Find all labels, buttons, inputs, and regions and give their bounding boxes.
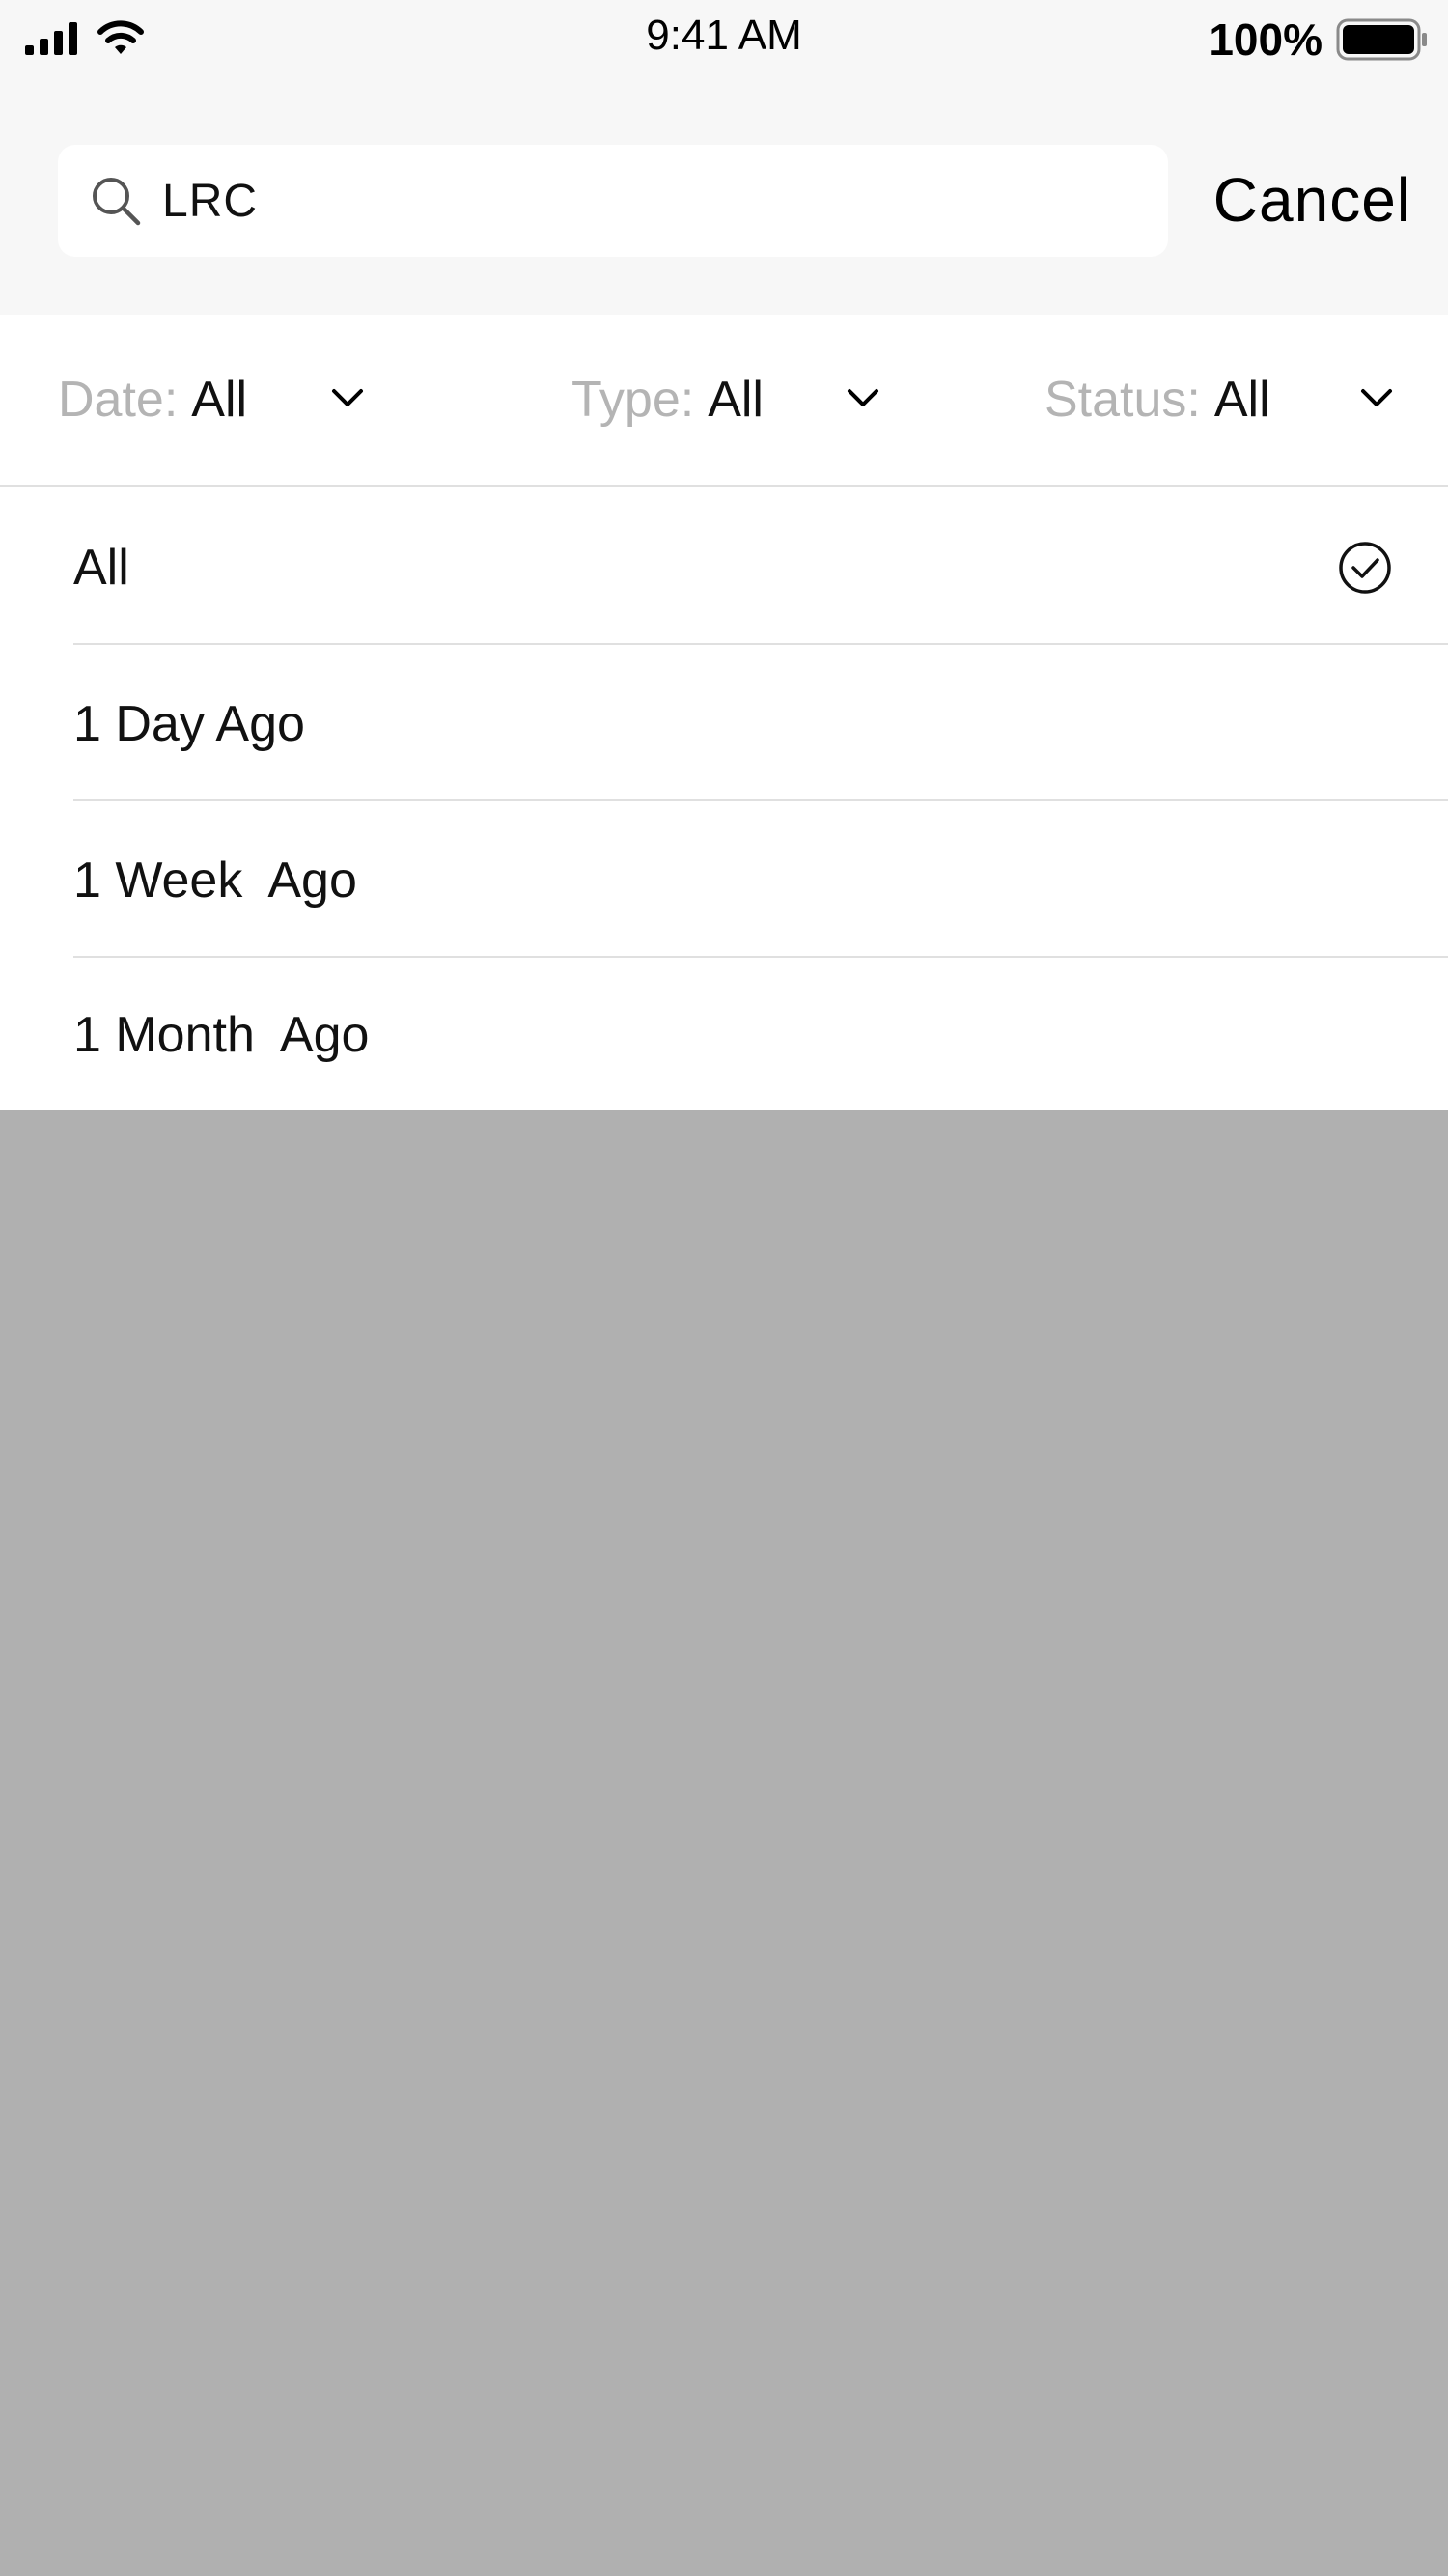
chevron-down-icon (1361, 389, 1392, 406)
option-label: 1 Month Ago (73, 1007, 370, 1063)
date-options-list: All 1 Day Ago 1 Week Ago 1 Month Ago (0, 487, 1448, 1110)
date-filter-value: All (191, 372, 248, 428)
cancel-button[interactable]: Cancel (1213, 164, 1411, 236)
option-1-day-ago[interactable]: 1 Day Ago (73, 647, 1448, 801)
search-field[interactable]: LRC (58, 145, 1168, 257)
status-filter[interactable]: Status: All (1044, 371, 1402, 429)
chevron-down-icon (332, 389, 363, 406)
search-header: LRC Cancel (0, 79, 1448, 315)
divider (73, 643, 1448, 645)
battery-percentage: 100% (1209, 14, 1323, 65)
divider (73, 799, 1448, 801)
option-label: 1 Day Ago (73, 696, 305, 752)
option-label: All (73, 540, 129, 596)
date-filter[interactable]: Date: All (58, 371, 367, 429)
status-right: 100% (1209, 14, 1429, 66)
check-circle-icon (1339, 542, 1391, 594)
status-bar: 9:41 AM 100% (0, 0, 1448, 79)
chevron-down-icon (848, 389, 878, 406)
date-filter-label: Date: (58, 372, 179, 428)
search-icon (89, 174, 143, 228)
divider (73, 956, 1448, 958)
type-filter-value: All (708, 372, 764, 428)
dimmed-overlay[interactable] (0, 1110, 1448, 2576)
option-label: 1 Week Ago (73, 853, 357, 909)
filter-bar: Date: All Type: All Status: All (0, 315, 1448, 487)
battery-icon (1336, 18, 1427, 61)
search-query[interactable]: LRC (162, 175, 258, 228)
option-all[interactable]: All (73, 490, 1448, 645)
option-1-week-ago[interactable]: 1 Week Ago (73, 803, 1448, 958)
status-filter-label: Status: (1044, 372, 1201, 428)
status-filter-value: All (1213, 372, 1270, 428)
type-filter-label: Type: (571, 372, 695, 428)
type-filter[interactable]: Type: All (571, 371, 890, 429)
option-1-month-ago[interactable]: 1 Month Ago (73, 960, 1448, 1110)
